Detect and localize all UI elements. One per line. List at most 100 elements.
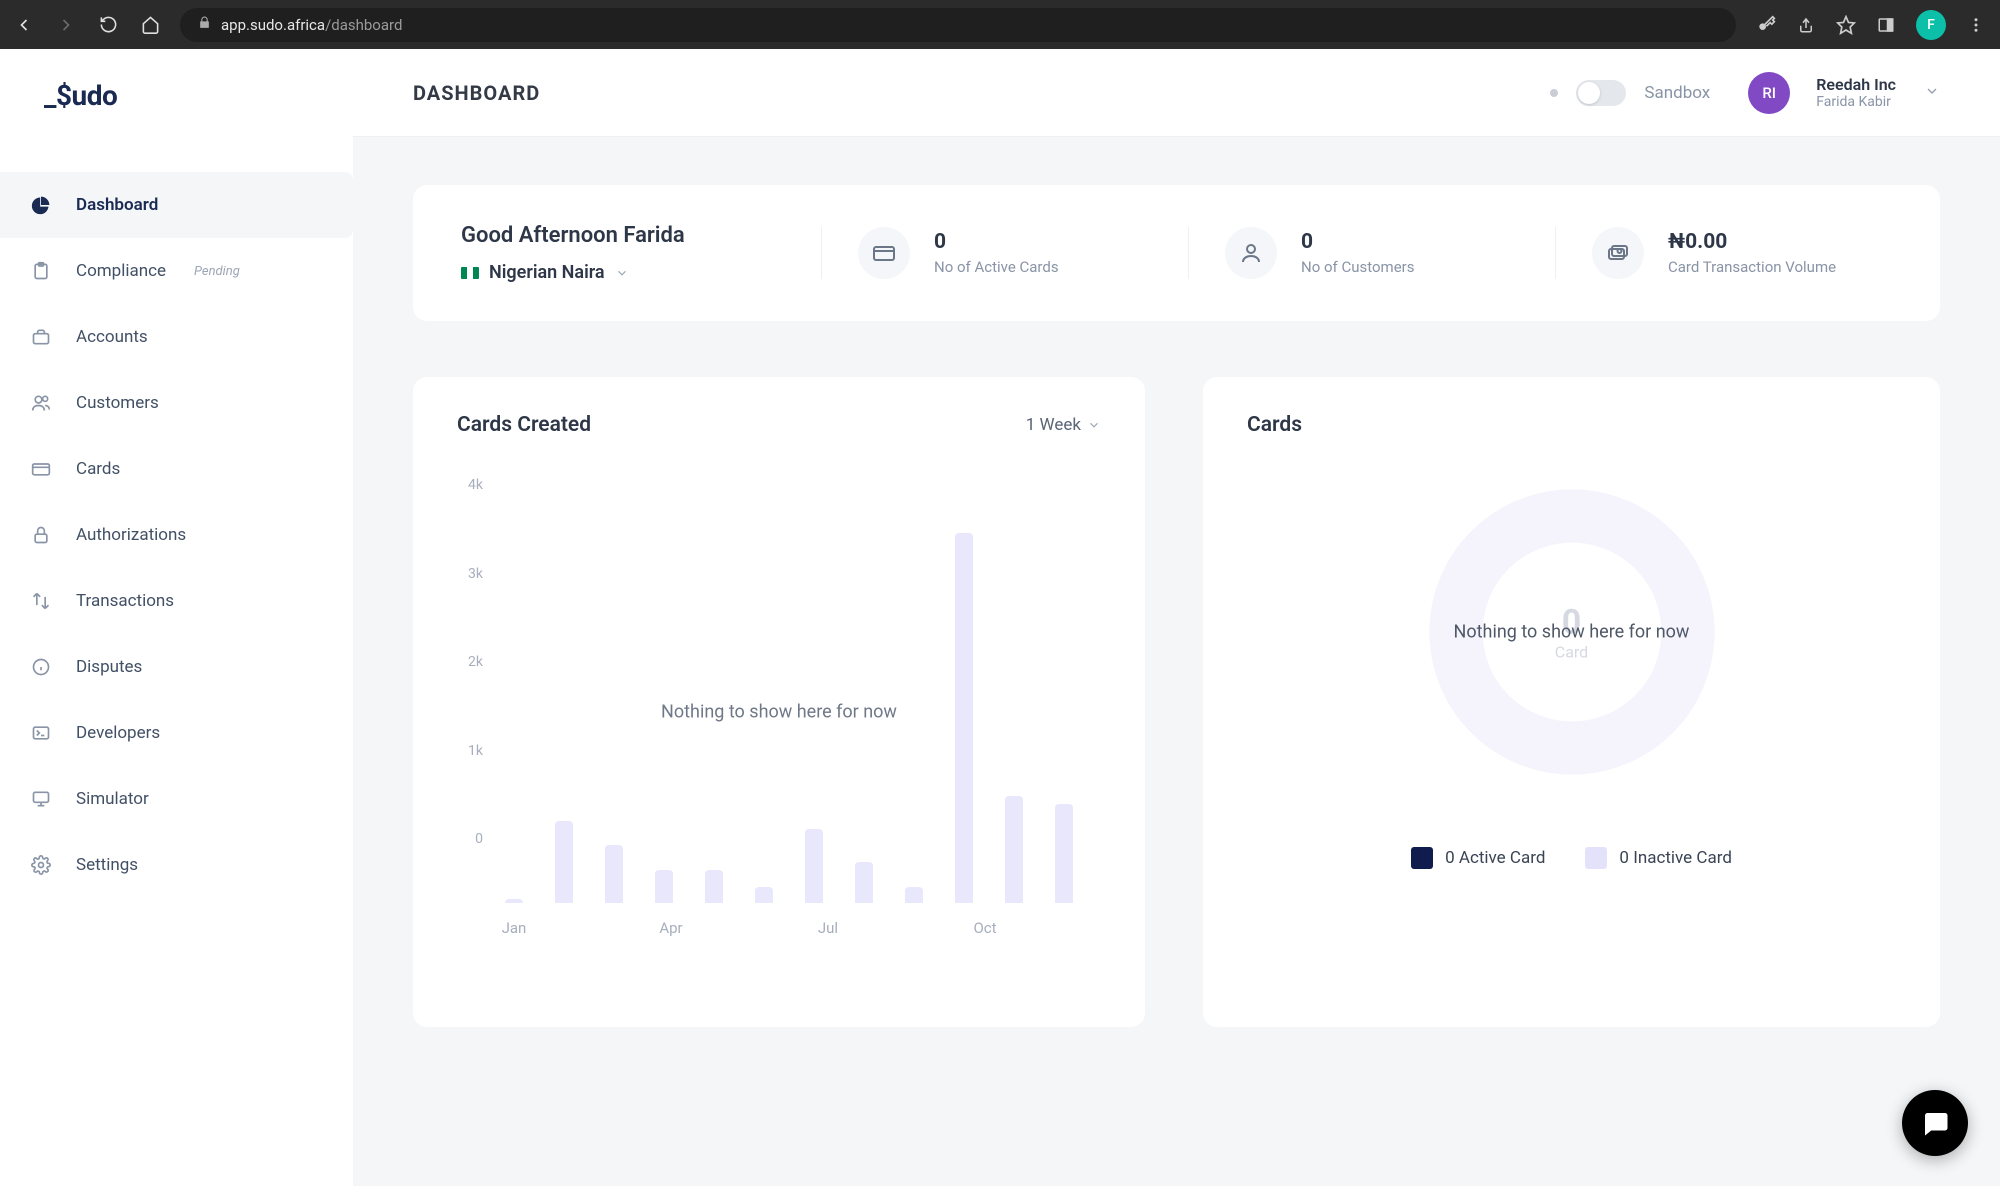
cards-created-card: Cards Created 1 Week 4k3k2k1k0 JanAprJul… xyxy=(413,377,1145,1027)
bar-chart: 4k3k2k1k0 JanAprJulOct Nothing to show h… xyxy=(457,477,1101,947)
pie-icon xyxy=(30,194,52,216)
kebab-icon[interactable] xyxy=(1966,15,1986,35)
bar xyxy=(655,870,673,903)
bar xyxy=(805,829,823,903)
info-icon xyxy=(30,656,52,678)
stat-volume: ₦0.00 Card Transaction Volume xyxy=(1555,227,1892,279)
cards-donut-card: Cards 0 Card Nothing to show here for no… xyxy=(1203,377,1940,1027)
sidebar-item-label: Compliance xyxy=(76,261,166,281)
sidebar-item-label: Disputes xyxy=(76,657,142,677)
bar xyxy=(605,845,623,903)
bar xyxy=(855,862,873,903)
avatar[interactable]: RI xyxy=(1748,72,1790,114)
gear-icon xyxy=(30,854,52,876)
mode-label: Sandbox xyxy=(1644,83,1710,103)
star-icon[interactable] xyxy=(1836,15,1856,35)
forward-icon[interactable] xyxy=(56,15,76,35)
sidebar-item-label: Settings xyxy=(76,855,138,875)
terminal-icon xyxy=(30,722,52,744)
chevron-down-icon xyxy=(615,266,629,280)
sidebar-item-dashboard[interactable]: Dashboard xyxy=(0,172,353,238)
card-title: Cards xyxy=(1247,413,1302,437)
donut-label: Card xyxy=(1555,643,1588,662)
clipboard-icon xyxy=(30,260,52,282)
transfer-icon xyxy=(30,590,52,612)
greeting: Good Afternoon Farida xyxy=(461,223,791,248)
bar xyxy=(505,899,523,903)
swatch-active xyxy=(1411,847,1433,869)
topbar: DASHBOARD Sandbox RI Reedah Inc Farida K… xyxy=(353,49,2000,137)
flag-nigeria-icon xyxy=(461,267,479,279)
sidebar-item-disputes[interactable]: Disputes xyxy=(0,634,353,700)
url-bar[interactable]: app.sudo.africa/dashboard xyxy=(180,8,1736,42)
card-icon xyxy=(858,227,910,279)
bar xyxy=(1005,796,1023,903)
bar xyxy=(955,533,973,903)
sidebar-item-cards[interactable]: Cards xyxy=(0,436,353,502)
sidebar-item-label: Accounts xyxy=(76,327,148,347)
browser-profile[interactable]: F xyxy=(1916,10,1946,40)
sidebar-item-settings[interactable]: Settings xyxy=(0,832,353,898)
panel-icon[interactable] xyxy=(1876,15,1896,35)
legend-inactive: 0 Inactive Card xyxy=(1585,847,1731,869)
stat-value: 0 xyxy=(1301,230,1415,254)
sidebar-item-developers[interactable]: Developers xyxy=(0,700,353,766)
briefcase-icon xyxy=(30,326,52,348)
lock-icon xyxy=(30,524,52,546)
sidebar-item-label: Developers xyxy=(76,723,160,743)
sidebar-nav: Dashboard Compliance Pending Accounts Cu… xyxy=(0,172,353,898)
chevron-down-icon[interactable] xyxy=(1924,83,1940,103)
chevron-down-icon xyxy=(1087,418,1101,432)
bar xyxy=(755,887,773,903)
sidebar-item-authorizations[interactable]: Authorizations xyxy=(0,502,353,568)
sidebar-item-label: Cards xyxy=(76,459,120,479)
sandbox-toggle[interactable] xyxy=(1576,80,1626,106)
stat-label: No of Customers xyxy=(1301,258,1415,276)
home-icon[interactable] xyxy=(140,15,160,35)
user-icon xyxy=(1225,227,1277,279)
card-icon xyxy=(30,458,52,480)
sidebar-item-accounts[interactable]: Accounts xyxy=(0,304,353,370)
stat-customers: 0 No of Customers xyxy=(1188,227,1525,279)
logo[interactable]: _$udo xyxy=(44,79,309,112)
intercom-launcher[interactable] xyxy=(1902,1090,1968,1156)
browser-chrome: app.sudo.africa/dashboard F xyxy=(0,0,2000,49)
share-icon[interactable] xyxy=(1796,15,1816,35)
sidebar-item-compliance[interactable]: Compliance Pending xyxy=(0,238,353,304)
stat-active-cards: 0 No of Active Cards xyxy=(821,227,1158,279)
users-icon xyxy=(30,392,52,414)
stat-label: No of Active Cards xyxy=(934,258,1059,276)
account-user: Farida Kabir xyxy=(1816,94,1896,110)
sidebar-item-transactions[interactable]: Transactions xyxy=(0,568,353,634)
bar xyxy=(1055,804,1073,903)
bar xyxy=(705,870,723,903)
account-selector[interactable]: Reedah Inc Farida Kabir xyxy=(1816,75,1896,110)
back-icon[interactable] xyxy=(14,15,34,35)
card-title: Cards Created xyxy=(457,413,591,437)
summary-card: Good Afternoon Farida Nigerian Naira 0 N… xyxy=(413,185,1940,321)
stat-label: Card Transaction Volume xyxy=(1668,258,1836,276)
url-text: app.sudo.africa/dashboard xyxy=(221,16,402,34)
bar xyxy=(905,887,923,903)
period-selector[interactable]: 1 Week xyxy=(1026,415,1101,435)
sidebar-item-customers[interactable]: Customers xyxy=(0,370,353,436)
page-title: DASHBOARD xyxy=(413,81,540,105)
empty-state-text: Nothing to show here for now xyxy=(1427,622,1717,643)
swatch-inactive xyxy=(1585,847,1607,869)
key-icon[interactable] xyxy=(1756,15,1776,35)
account-name: Reedah Inc xyxy=(1816,75,1896,94)
sidebar-item-label: Transactions xyxy=(76,591,174,611)
legend-active: 0 Active Card xyxy=(1411,847,1545,869)
sidebar-item-label: Authorizations xyxy=(76,525,186,545)
status-dot xyxy=(1550,89,1558,97)
sidebar: _$udo Dashboard Compliance Pending Accou… xyxy=(0,49,353,1186)
stat-value: ₦0.00 xyxy=(1668,230,1836,254)
currency-selector[interactable]: Nigerian Naira xyxy=(461,262,791,283)
sidebar-item-simulator[interactable]: Simulator xyxy=(0,766,353,832)
reload-icon[interactable] xyxy=(98,15,118,35)
sidebar-item-label: Simulator xyxy=(76,789,149,809)
sidebar-item-label: Customers xyxy=(76,393,159,413)
cash-icon xyxy=(1592,227,1644,279)
stat-value: 0 xyxy=(934,230,1059,254)
monitor-icon xyxy=(30,788,52,810)
